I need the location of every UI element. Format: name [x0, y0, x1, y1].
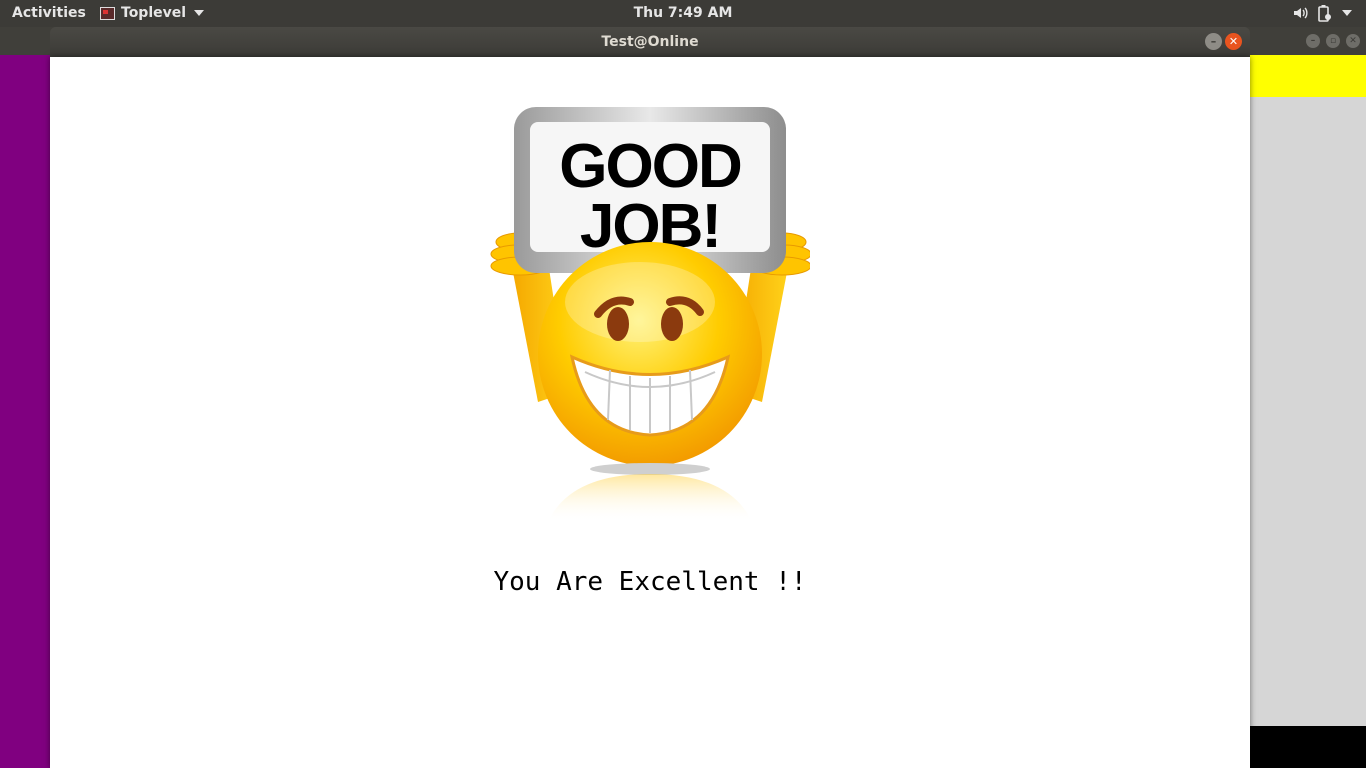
good-job-smiley-image: GOOD JOB!: [490, 107, 810, 522]
clock: Thu 7:49 AM: [0, 5, 1366, 21]
window-controls: – ✕: [1205, 33, 1242, 50]
app-window-icon: [100, 6, 115, 20]
clock-label[interactable]: Thu 7:49 AM: [634, 5, 733, 21]
background-window-controls: – ▫ ✕: [1306, 34, 1360, 48]
chevron-down-icon: [1342, 10, 1352, 16]
minimize-button[interactable]: –: [1205, 33, 1222, 50]
close-icon[interactable]: ✕: [1346, 34, 1360, 48]
window-title: Test@Online: [601, 34, 699, 50]
app-menu[interactable]: Toplevel: [100, 5, 205, 21]
battery-icon: [1318, 5, 1331, 22]
system-menu[interactable]: [1292, 4, 1352, 22]
app-menu-label: Toplevel: [121, 5, 187, 21]
activities-button[interactable]: Activities: [12, 5, 86, 21]
top-bar: Activities Toplevel Thu 7:49 AM: [0, 0, 1366, 27]
maximize-icon[interactable]: ▫: [1326, 34, 1340, 48]
window-content: GOOD JOB! You Are Excellent !!: [50, 57, 1250, 768]
purple-background-panel: [0, 55, 52, 768]
black-background-area: [1248, 726, 1366, 768]
grey-background-area: [1248, 97, 1366, 726]
yellow-background-strip: [1248, 55, 1366, 97]
sign-text-good: GOOD: [559, 132, 741, 201]
close-button[interactable]: ✕: [1225, 33, 1242, 50]
window-titlebar[interactable]: Test@Online – ✕: [50, 27, 1250, 57]
minimize-icon[interactable]: –: [1306, 34, 1320, 48]
volume-icon: [1294, 7, 1308, 19]
chevron-down-icon: [194, 10, 205, 16]
excellent-message: You Are Excellent !!: [493, 567, 807, 597]
